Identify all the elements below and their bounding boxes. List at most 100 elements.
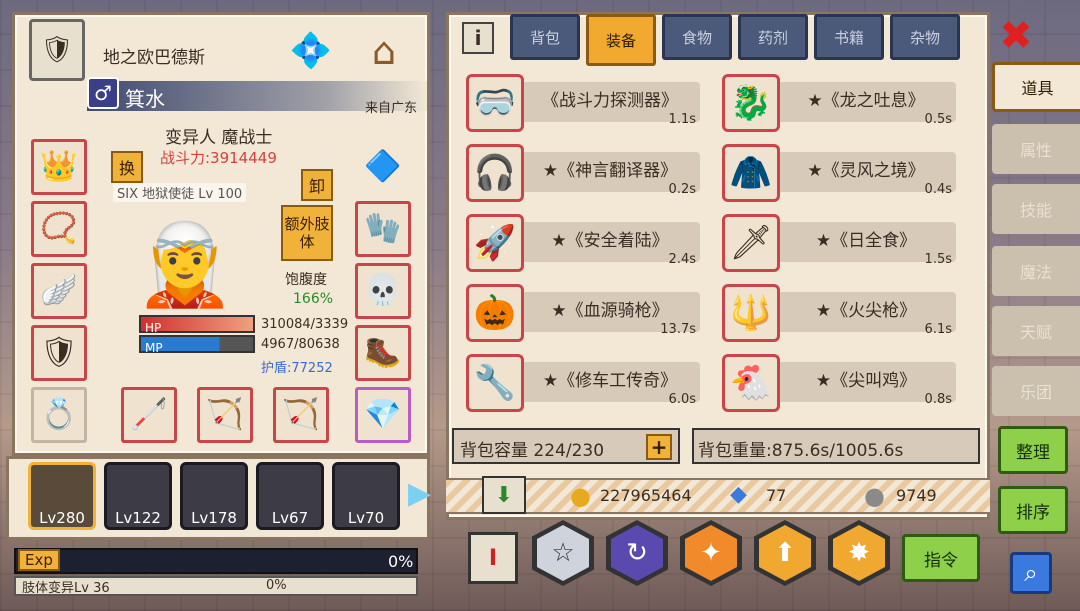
hp-bar: HP <box>139 315 255 335</box>
side-tab-attributes[interactable]: 属性 <box>992 124 1080 174</box>
item-time: 1.1s <box>668 112 696 127</box>
hunger-label: 饱腹度 <box>285 272 327 288</box>
slot-ring[interactable]: 💍 <box>31 387 87 443</box>
pumpkin-lance-icon: 🎃 <box>466 284 524 342</box>
slot-belt[interactable]: 💀 <box>355 263 411 319</box>
tab-misc[interactable]: 杂物 <box>890 14 960 60</box>
mutation-value: 0% <box>266 578 287 593</box>
slot-boots[interactable]: 🥾 <box>355 325 411 381</box>
item-card[interactable]: 🎧 ★《神言翻译器》 0.2s <box>450 142 700 204</box>
item-name: ★《神言翻译器》 <box>542 161 678 181</box>
team-member-3[interactable]: Lv178 <box>180 462 248 530</box>
item-card[interactable]: 🧥 ★《灵风之境》 0.4s <box>706 142 956 204</box>
headset-icon: 🎧 <box>466 144 524 202</box>
item-card[interactable]: 🐉 ★《龙之吐息》 0.5s <box>706 72 956 134</box>
hunger-value: 166% <box>293 291 334 307</box>
gender-male-icon: ♂ <box>87 77 119 109</box>
goggles-icon: 🥽 <box>466 74 524 132</box>
side-tab-skills[interactable]: 技能 <box>992 184 1080 234</box>
team-member-5[interactable]: Lv70 <box>332 462 400 530</box>
swap-button[interactable]: 换 <box>111 151 143 183</box>
item-card[interactable]: 🚀 ★《安全着陆》 2.4s <box>450 212 700 274</box>
wrench-icon: 🔧 <box>466 354 524 412</box>
search-icon[interactable]: ⌕ <box>1010 552 1052 594</box>
item-time: 0.8s <box>924 392 952 407</box>
team-member-1[interactable]: Lv280 <box>28 462 96 530</box>
item-name: ★《安全着陆》 <box>551 231 669 251</box>
item-name: ★《尖叫鸡》 <box>815 371 917 391</box>
player-location: 来自广东 <box>365 101 418 116</box>
slot-wing[interactable]: 🪽 <box>31 263 87 319</box>
team-level-2: Lv122 <box>115 509 161 527</box>
slot-emblem[interactable]: 🔷 <box>355 139 411 195</box>
category-tabs: 背包 装备 食物 药剂 书籍 杂物 <box>510 14 960 66</box>
item-time: 0.4s <box>924 182 952 197</box>
close-button[interactable]: ✖ <box>996 13 1036 59</box>
skull-belt-icon: 💀 <box>364 273 402 308</box>
storage-download-button[interactable]: ⬇ <box>482 476 526 514</box>
hp-text: 310084/3339 <box>261 317 349 332</box>
golden-bow-icon: 🏹 <box>282 397 320 432</box>
slot-neck[interactable]: 📿 <box>31 201 87 257</box>
expand-capacity-button[interactable]: + <box>646 434 672 460</box>
item-time: 6.1s <box>924 322 952 337</box>
info-icon[interactable]: i <box>462 22 494 54</box>
side-tab-talent[interactable]: 天赋 <box>992 306 1080 356</box>
item-card[interactable]: 🐔 ★《尖叫鸡》 0.8s <box>706 352 956 414</box>
item-name: ★《修车工传奇》 <box>542 371 678 391</box>
pet-overlay-text: SIX 地狱使徒 Lv 100 <box>113 183 247 202</box>
team-member-4[interactable]: Lv67 <box>256 462 324 530</box>
silver-coin-icon: ● <box>864 482 885 510</box>
slot-weapon-1[interactable]: 🦯 <box>121 387 177 443</box>
tab-backpack[interactable]: 背包 <box>510 14 580 60</box>
item-name: ★《日全食》 <box>815 231 917 251</box>
organize-button[interactable]: 整理 <box>998 426 1068 474</box>
side-tab-magic[interactable]: 魔法 <box>992 246 1080 296</box>
sort-button[interactable]: 排序 <box>998 486 1068 534</box>
hanger-icon[interactable]: ⌂ <box>347 21 421 81</box>
team-level-3: Lv178 <box>191 509 237 527</box>
slot-weapon-2[interactable]: 🏹 <box>197 387 253 443</box>
side-tab-items[interactable]: 道具 <box>992 62 1080 112</box>
red-armor-icon: 🛡 <box>39 335 79 370</box>
shield-text: 护盾:77252 <box>261 361 333 376</box>
side-tab-band[interactable]: 乐团 <box>992 366 1080 416</box>
necklace-icon: 📿 <box>40 211 78 246</box>
item-card[interactable]: 🥽 《战斗力探测器》 1.1s <box>450 72 700 134</box>
tab-food[interactable]: 食物 <box>662 14 732 60</box>
silver-amount: 9749 <box>896 486 937 505</box>
team-level-5: Lv70 <box>347 509 385 527</box>
item-card[interactable]: 🔧 ★《修车工传奇》 6.0s <box>450 352 700 414</box>
red-armor-icon: 🧥 <box>722 144 780 202</box>
race-class-label: 变异人 魔战士 <box>165 128 273 148</box>
slot-armor[interactable]: 🛡 <box>31 325 87 381</box>
teleport-crystal-icon[interactable]: 💠 <box>285 23 337 79</box>
ranking-button[interactable]: Ⅰ <box>468 532 518 584</box>
tab-equipment[interactable]: 装备 <box>586 14 656 66</box>
item-name: ★《火尖枪》 <box>815 301 917 321</box>
item-card[interactable]: 🗡 ★《日全食》 1.5s <box>706 212 956 274</box>
team-member-2[interactable]: Lv122 <box>104 462 172 530</box>
tab-potion[interactable]: 药剂 <box>738 14 808 60</box>
item-card[interactable]: 🔱 ★《火尖枪》 6.1s <box>706 282 956 344</box>
golden-staff-icon: 🦯 <box>130 397 168 432</box>
slot-weapon-3[interactable]: 🏹 <box>273 387 329 443</box>
slot-head[interactable]: 👑 <box>31 139 87 195</box>
item-card[interactable]: 🎃 ★《血源骑枪》 13.7s <box>450 282 700 344</box>
slot-glove[interactable]: 🧤 <box>355 201 411 257</box>
tab-book[interactable]: 书籍 <box>814 14 884 60</box>
character-panel: 🛡 地之欧巴德斯 💠 ⌂ ♂ 箕水 来自广东 变异人 魔战士 战斗力:39144… <box>12 12 430 456</box>
dragon-head-icon: 🐉 <box>722 74 780 132</box>
team-next-arrow-icon[interactable]: ▶ <box>408 476 431 511</box>
gauntlet-icon: 🧤 <box>364 211 402 246</box>
command-button[interactable]: 指令 <box>902 534 980 582</box>
gold-coin-icon: ● <box>570 482 591 510</box>
blue-wing-icon: 🪽 <box>40 273 78 308</box>
unequip-button[interactable]: 卸 <box>301 169 333 201</box>
mp-bar: MP <box>139 335 255 355</box>
item-time: 2.4s <box>668 252 696 267</box>
diamond-amount: 77 <box>766 486 787 505</box>
slot-accessory[interactable]: 💎 <box>355 387 411 443</box>
extra-limb-button[interactable]: 额外肢体 <box>281 205 333 261</box>
jetpack-icon: 🚀 <box>466 214 524 272</box>
